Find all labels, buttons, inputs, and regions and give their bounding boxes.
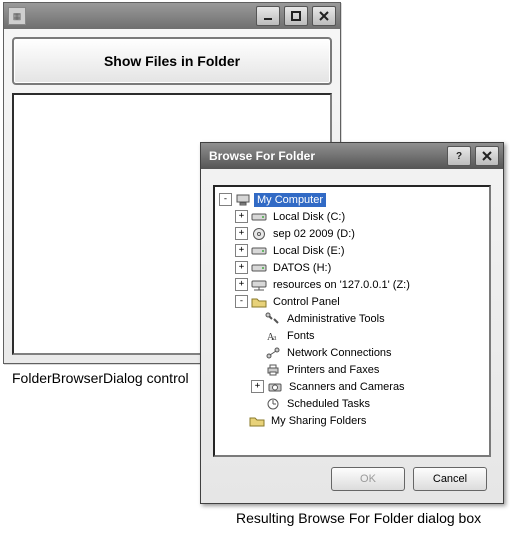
tools-icon bbox=[265, 312, 281, 326]
main-titlebar: ▦ bbox=[4, 3, 340, 29]
tree-node-label: Administrative Tools bbox=[284, 312, 388, 326]
tree-node[interactable]: + Local Disk (C:) bbox=[217, 208, 487, 225]
tree-node[interactable]: Network Connections bbox=[217, 344, 487, 361]
tree-node-label: Control Panel bbox=[270, 295, 343, 309]
expand-icon[interactable]: + bbox=[235, 227, 248, 240]
tree-node-label: My Sharing Folders bbox=[268, 414, 369, 428]
folder-tree[interactable]: - My Computer + Local Disk (C:) + sep 02 2009… bbox=[213, 185, 491, 457]
tree-node-label: sep 02 2009 (D:) bbox=[270, 227, 358, 241]
maximize-button[interactable] bbox=[284, 6, 308, 26]
cancel-button[interactable]: Cancel bbox=[413, 467, 487, 491]
tree-node-label: Local Disk (E:) bbox=[270, 244, 348, 258]
tree-node[interactable]: + Scanners and Cameras bbox=[217, 378, 487, 395]
tree-node[interactable]: AaFonts bbox=[217, 327, 487, 344]
network-icon bbox=[265, 346, 281, 360]
dialog-title: Browse For Folder bbox=[205, 149, 315, 163]
tree-node-label: resources on '127.0.0.1' (Z:) bbox=[270, 278, 413, 292]
tree-node[interactable]: - My Computer bbox=[217, 191, 487, 208]
dialog-close-button[interactable] bbox=[475, 146, 499, 166]
expand-icon[interactable]: + bbox=[235, 261, 248, 274]
expand-icon[interactable]: + bbox=[251, 380, 264, 393]
toggle-spacer bbox=[235, 415, 246, 426]
show-files-button[interactable]: Show Files in Folder bbox=[12, 37, 332, 85]
ok-button[interactable]: OK bbox=[331, 467, 405, 491]
collapse-icon[interactable]: - bbox=[219, 193, 232, 206]
help-button[interactable]: ? bbox=[447, 146, 471, 166]
app-icon: ▦ bbox=[8, 7, 26, 25]
tree-node[interactable]: + DATOS (H:) bbox=[217, 259, 487, 276]
tree-node[interactable]: Scheduled Tasks bbox=[217, 395, 487, 412]
tree-node-label: DATOS (H:) bbox=[270, 261, 334, 275]
camera-icon bbox=[267, 380, 283, 394]
disc-icon bbox=[251, 227, 267, 241]
browse-folder-dialog: Browse For Folder ? - My Computer + Local D… bbox=[200, 142, 504, 504]
dialog-body: - My Computer + Local Disk (C:) + sep 02 2009… bbox=[201, 169, 503, 503]
caption-main: FolderBrowserDialog control bbox=[12, 370, 189, 386]
expand-icon[interactable]: + bbox=[235, 244, 248, 257]
dialog-button-row: OK Cancel bbox=[213, 457, 491, 495]
folder-icon bbox=[249, 414, 265, 428]
tree-node-label: My Computer bbox=[254, 193, 326, 207]
netdrive-icon bbox=[251, 278, 267, 292]
expand-icon[interactable]: + bbox=[235, 210, 248, 223]
tree-node[interactable]: - Control Panel bbox=[217, 293, 487, 310]
fonts-icon: Aa bbox=[265, 329, 281, 343]
toggle-spacer bbox=[251, 364, 262, 375]
tree-node[interactable]: My Sharing Folders bbox=[217, 412, 487, 429]
tree-node-label: Network Connections bbox=[284, 346, 395, 360]
close-button[interactable] bbox=[312, 6, 336, 26]
minimize-button[interactable] bbox=[256, 6, 280, 26]
computer-icon bbox=[235, 193, 251, 207]
caption-dialog: Resulting Browse For Folder dialog box bbox=[236, 510, 481, 526]
question-icon: ? bbox=[456, 151, 462, 162]
tree-node[interactable]: + sep 02 2009 (D:) bbox=[217, 225, 487, 242]
drive-icon bbox=[251, 210, 267, 224]
folder-icon bbox=[251, 295, 267, 309]
tree-node-label: Scanners and Cameras bbox=[286, 380, 408, 394]
tree-node-label: Printers and Faxes bbox=[284, 363, 382, 377]
tree-node-label: Fonts bbox=[284, 329, 318, 343]
toggle-spacer bbox=[251, 398, 262, 409]
tree-node[interactable]: Administrative Tools bbox=[217, 310, 487, 327]
tree-node-label: Scheduled Tasks bbox=[284, 397, 373, 411]
tree-node-label: Local Disk (C:) bbox=[270, 210, 348, 224]
svg-text:a: a bbox=[273, 333, 277, 342]
dialog-titlebar: Browse For Folder ? bbox=[201, 143, 503, 169]
toggle-spacer bbox=[251, 330, 262, 341]
drive-icon bbox=[251, 261, 267, 275]
tree-node[interactable]: + Local Disk (E:) bbox=[217, 242, 487, 259]
collapse-icon[interactable]: - bbox=[235, 295, 248, 308]
tree-node[interactable]: + resources on '127.0.0.1' (Z:) bbox=[217, 276, 487, 293]
clock-icon bbox=[265, 397, 281, 411]
tree-node[interactable]: Printers and Faxes bbox=[217, 361, 487, 378]
printer-icon bbox=[265, 363, 281, 377]
toggle-spacer bbox=[251, 313, 262, 324]
expand-icon[interactable]: + bbox=[235, 278, 248, 291]
toggle-spacer bbox=[251, 347, 262, 358]
drive-icon bbox=[251, 244, 267, 258]
